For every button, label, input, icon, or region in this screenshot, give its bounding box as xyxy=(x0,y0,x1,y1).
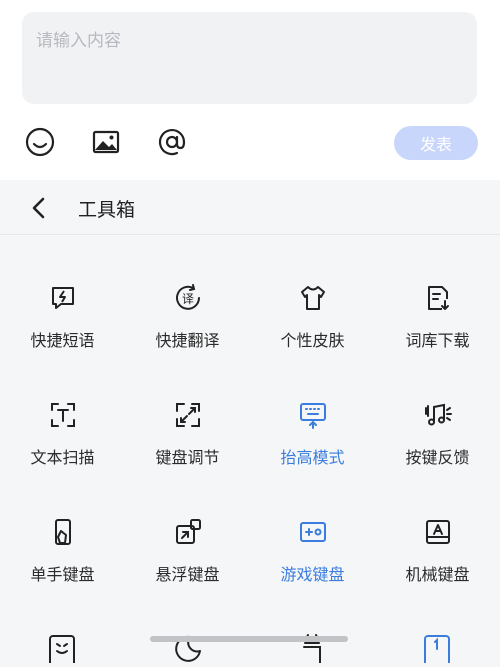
one-hand-keyboard-icon xyxy=(46,515,80,549)
tool-label: 词库下载 xyxy=(405,331,470,350)
composer-area: 请输入内容 发表 xyxy=(0,0,500,180)
tool-one-hand-keyboard[interactable]: 单手键盘 xyxy=(0,515,125,625)
translate-icon: 译 xyxy=(171,281,205,315)
tool-skin[interactable]: 个性皮肤 xyxy=(250,281,375,391)
number-keyboard-icon[interactable] xyxy=(420,633,454,663)
content-input[interactable]: 请输入内容 xyxy=(22,12,477,104)
tool-label: 个性皮肤 xyxy=(280,331,345,350)
tool-label: 单手键盘 xyxy=(30,565,95,584)
tool-text-scan[interactable]: 文本扫描 xyxy=(0,398,125,508)
toolbox-grid: 快捷短语 译 快捷翻译 个性皮肤 词库下载 文本扫描 键盘调节 抬高模式 按键反… xyxy=(0,235,500,667)
text-scan-icon xyxy=(46,398,80,432)
key-feedback-icon xyxy=(421,398,455,432)
quick-phrase-icon xyxy=(46,281,80,315)
tool-key-feedback[interactable]: 按键反馈 xyxy=(375,398,500,508)
raise-mode-icon xyxy=(296,398,330,432)
tool-label: 键盘调节 xyxy=(155,448,220,467)
tool-keyboard-resize[interactable]: 键盘调节 xyxy=(125,398,250,508)
at-icon[interactable] xyxy=(152,122,192,162)
sticker-icon[interactable] xyxy=(45,633,79,663)
toolbox-title: 工具箱 xyxy=(78,199,136,221)
keyboard-resize-icon xyxy=(171,398,205,432)
tool-dictionary-download[interactable]: 词库下载 xyxy=(375,281,500,391)
tool-label: 文本扫描 xyxy=(30,448,95,467)
image-icon[interactable] xyxy=(86,122,126,162)
back-arrow-icon[interactable] xyxy=(26,194,54,222)
emoji-icon[interactable] xyxy=(20,122,60,162)
tool-quick-translate[interactable]: 译 快捷翻译 xyxy=(125,281,250,391)
floating-keyboard-icon xyxy=(171,515,205,549)
skin-icon xyxy=(296,281,330,315)
send-button[interactable]: 发表 xyxy=(394,126,478,160)
tool-raise-mode[interactable]: 抬高模式 xyxy=(250,398,375,508)
home-indicator[interactable] xyxy=(150,636,348,642)
game-keyboard-icon xyxy=(296,515,330,549)
tool-label: 悬浮键盘 xyxy=(155,565,220,584)
tool-game-keyboard[interactable]: 游戏键盘 xyxy=(250,515,375,625)
tool-label: 快捷翻译 xyxy=(155,331,220,350)
mechanical-keyboard-icon xyxy=(421,515,455,549)
dictionary-download-icon xyxy=(421,281,455,315)
tool-label: 按键反馈 xyxy=(405,448,470,467)
svg-text:译: 译 xyxy=(181,292,193,306)
tool-quick-phrase[interactable]: 快捷短语 xyxy=(0,281,125,391)
tool-mechanical-keyboard[interactable]: 机械键盘 xyxy=(375,515,500,625)
tool-floating-keyboard[interactable]: 悬浮键盘 xyxy=(125,515,250,625)
tool-label: 快捷短语 xyxy=(30,331,95,350)
tool-label: 游戏键盘 xyxy=(280,565,345,584)
tool-label: 机械键盘 xyxy=(405,565,470,584)
toolbox-header: 工具箱 xyxy=(0,182,500,235)
tool-label: 抬高模式 xyxy=(280,448,345,467)
